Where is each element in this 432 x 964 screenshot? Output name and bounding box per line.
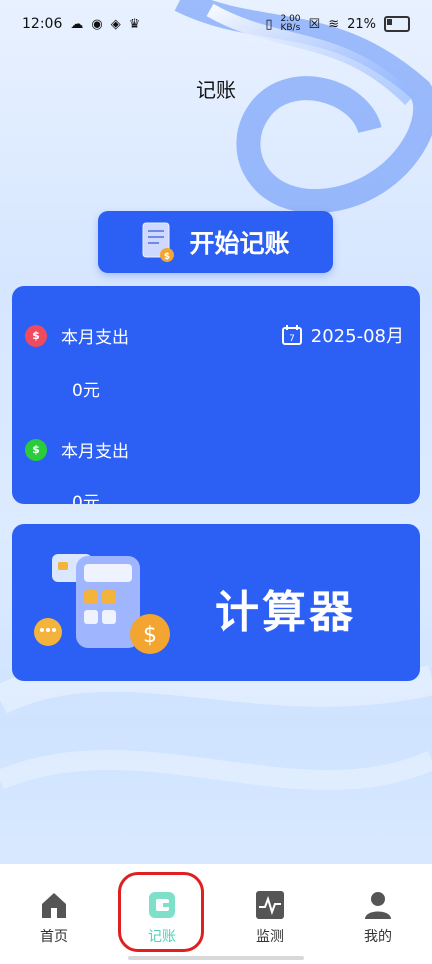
tab-mine[interactable]: 我的 <box>348 890 408 946</box>
tab-home-label: 首页 <box>40 929 68 945</box>
tab-monitor-label: 监测 <box>256 929 284 945</box>
weibo-icon: ◉ <box>91 16 103 32</box>
wifi-icon: ≋ <box>328 16 340 32</box>
svg-text:$: $ <box>143 623 157 648</box>
battery-percent: 21% <box>347 16 376 32</box>
date-display[interactable]: 7 2025-08月 <box>281 322 404 348</box>
home-indicator <box>128 956 304 960</box>
expense-row-1: $ 本月支出 <box>25 323 129 348</box>
sim-off-icon: ☒ <box>308 16 321 32</box>
tab-home[interactable]: 首页 <box>24 890 84 946</box>
calculator-illustration-icon: $ <box>34 554 170 654</box>
person-icon <box>365 892 391 919</box>
status-bar: 12:06 ☁ ◉ ◈ ♛ ▯ 2.00 KB/s ☒ ≋ 21% <box>0 0 432 48</box>
start-bookkeeping-label: 开始记账 <box>189 229 290 258</box>
start-bookkeeping-button[interactable]: $ 开始记账 <box>98 211 333 273</box>
cloud-icon: ☁ <box>70 16 84 32</box>
expense-amount-2: 0元 <box>72 493 100 504</box>
highlight-annotation <box>118 872 204 952</box>
crown-icon: ♛ <box>128 16 141 32</box>
expense-row-2: $ 本月支出 <box>25 437 129 462</box>
expense-label-2: 本月支出 <box>61 442 129 462</box>
page-title: 记账 <box>196 78 236 102</box>
home-icon <box>42 893 66 918</box>
net-speed: 2.00 KB/s <box>280 14 301 33</box>
monitor-icon <box>256 891 284 919</box>
app-icon: ◈ <box>110 16 121 32</box>
bottom-tab-bar: 首页 记账 监测 我的 <box>0 864 432 964</box>
svg-text:$: $ <box>164 252 170 262</box>
calendar-icon: 7 <box>281 325 302 345</box>
expense-label-1: 本月支出 <box>61 328 129 348</box>
svg-text:7: 7 <box>289 334 295 344</box>
money-bag-icon: $ <box>25 438 47 461</box>
vibrate-icon: ▯ <box>265 16 273 32</box>
money-bag-icon: $ <box>25 324 47 347</box>
date-text: 2025-08月 <box>310 326 404 347</box>
calculator-card[interactable]: $ 计算器 <box>12 524 420 681</box>
tab-mine-label: 我的 <box>364 929 392 945</box>
expense-amount-1: 0元 <box>72 381 100 401</box>
battery-icon <box>384 16 410 32</box>
calculator-label: 计算器 <box>215 587 356 638</box>
document-icon: $ <box>142 222 175 262</box>
tab-monitor[interactable]: 监测 <box>240 890 300 946</box>
clock: 12:06 <box>22 16 63 32</box>
